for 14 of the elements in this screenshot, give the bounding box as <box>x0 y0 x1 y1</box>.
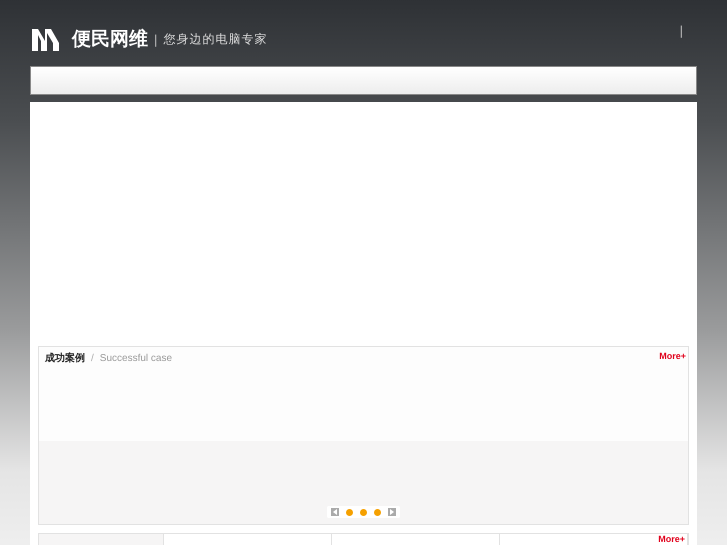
pager-dot[interactable] <box>360 508 367 516</box>
section-title: 成功案例 <box>45 351 85 365</box>
brand-name: 便民网维 <box>72 28 148 52</box>
previous-button[interactable] <box>331 508 339 516</box>
divider: | <box>680 23 683 38</box>
section-subtitle: Successful case <box>100 353 172 364</box>
pager-dot[interactable] <box>346 508 353 516</box>
more-link[interactable]: More+ <box>659 351 686 441</box>
more-link[interactable]: More+ <box>658 534 685 544</box>
separator: / <box>91 353 94 364</box>
divider: | <box>154 32 158 46</box>
slogan: 您身边的电脑专家 <box>163 30 268 48</box>
pager-dot[interactable] <box>374 508 381 516</box>
next-button[interactable] <box>388 508 396 516</box>
